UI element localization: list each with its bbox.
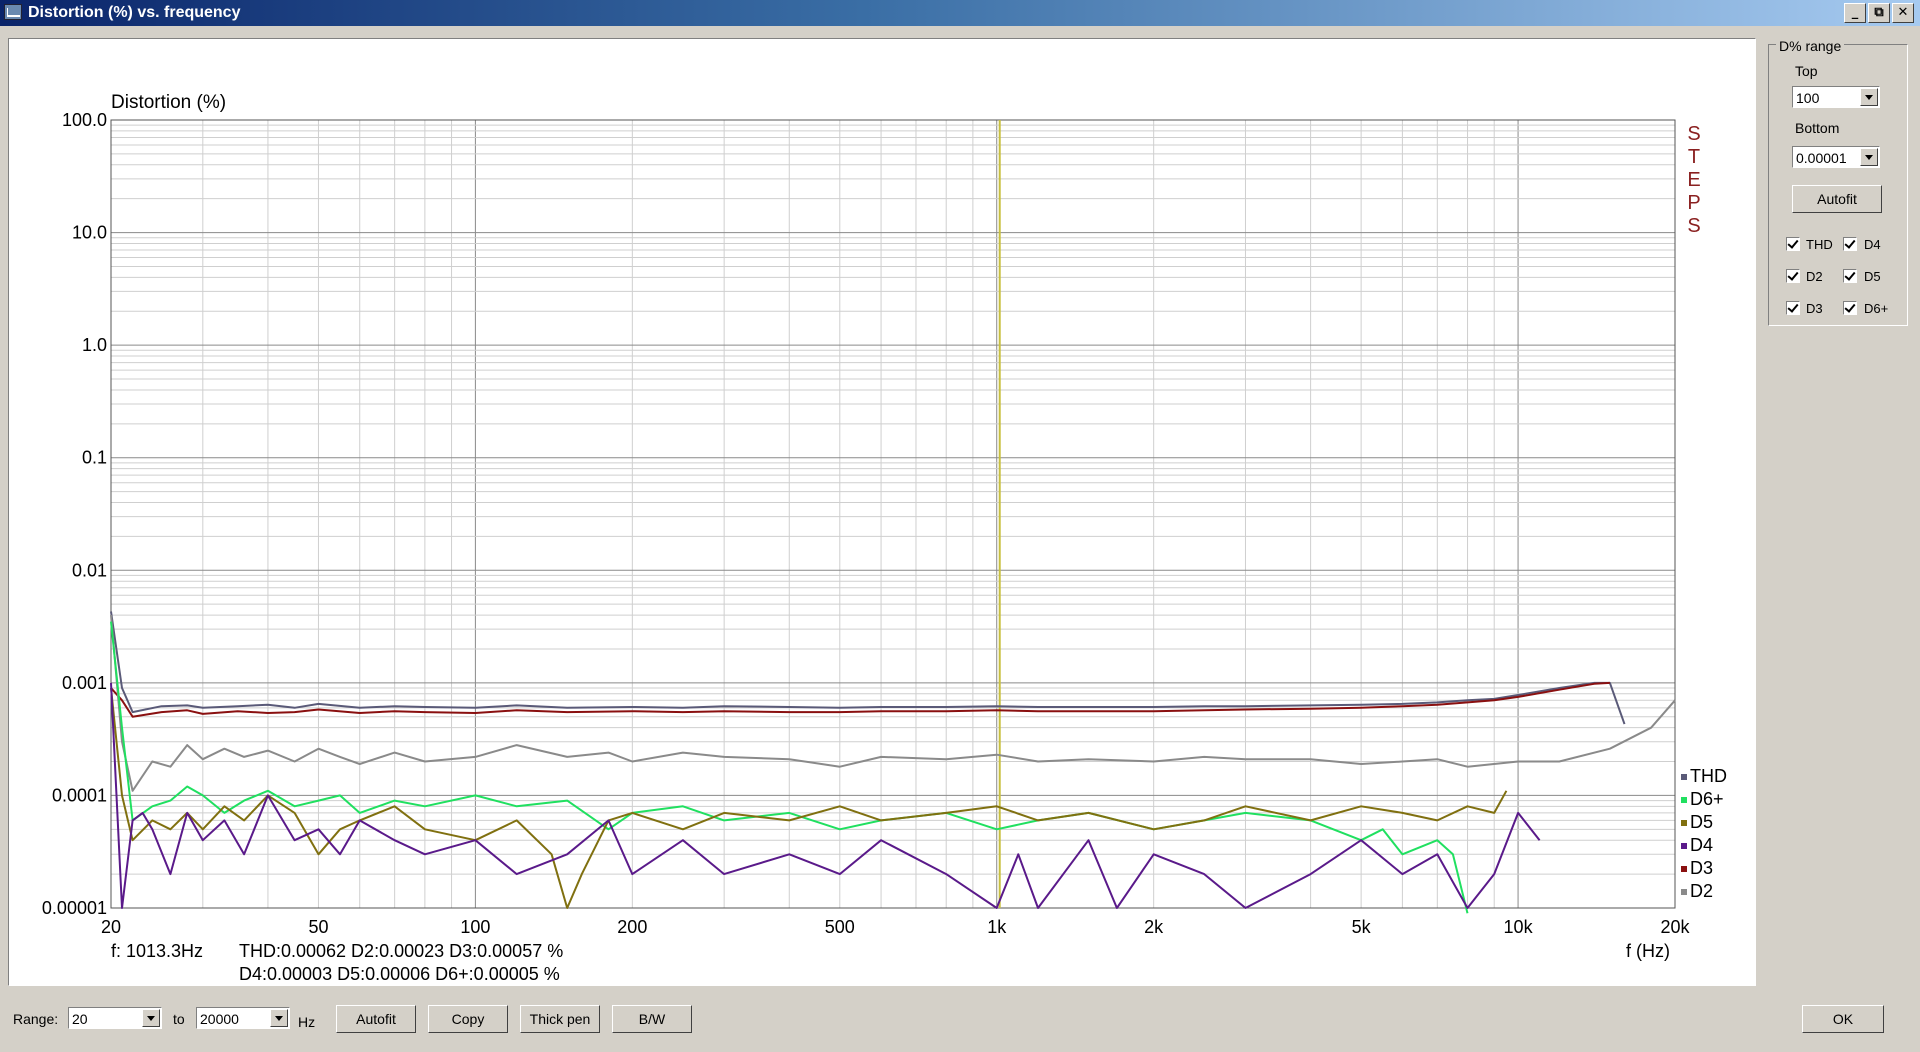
steps-label-letter: S: [1687, 215, 1700, 237]
legend-swatch: [1681, 774, 1687, 780]
y-tick-label: 0.1: [82, 448, 107, 468]
d6plus-checkbox[interactable]: [1843, 301, 1857, 315]
legend-label: D3: [1690, 858, 1713, 878]
y-tick-label: 0.01: [72, 560, 107, 580]
range-from-value: 20: [72, 1011, 88, 1027]
steps-label-letter: E: [1687, 169, 1700, 191]
top-label: Top: [1795, 63, 1818, 79]
app-icon: [4, 4, 22, 20]
d3-checkbox-label: D3: [1806, 301, 1823, 316]
d3-checkbox[interactable]: [1786, 301, 1800, 315]
top-select-value: 100: [1796, 90, 1820, 106]
legend-label: D2: [1690, 881, 1713, 901]
x-axis-label: f (Hz): [1626, 941, 1670, 961]
readout-line-2: D4:0.00003 D5:0.00006 D6+:0.00005 %: [239, 964, 560, 984]
legend-swatch: [1681, 889, 1687, 895]
x-tick-label: 200: [617, 917, 647, 937]
x-tick-label: 5k: [1352, 917, 1372, 937]
chart-area[interactable]: 20 50 100 200 500 1k 2k 5k 10k 20k 100.0 10.0 1.0 0.1…: [8, 38, 1756, 986]
x-tick-label: 10k: [1504, 917, 1534, 937]
legend-swatch: [1681, 820, 1687, 826]
range-to-value: 20000: [200, 1011, 239, 1027]
range-label: Range:: [13, 1011, 59, 1027]
thd-checkbox[interactable]: [1786, 237, 1800, 251]
y-tick-label: 0.0001: [52, 785, 107, 805]
close-button[interactable]: ✕: [1892, 3, 1914, 23]
series-line-d5: [110, 687, 1508, 909]
x-tick-label: 20: [101, 917, 121, 937]
d2-checkbox-label: D2: [1806, 269, 1823, 284]
panel-autofit-button[interactable]: Autofit: [1792, 185, 1882, 213]
y-tick-label: 0.001: [62, 673, 107, 693]
minimize-button[interactable]: _: [1844, 3, 1866, 23]
chevron-down-icon[interactable]: [1860, 88, 1878, 106]
range-to-select[interactable]: 20000: [196, 1007, 290, 1029]
readout-line-1: THD:0.00062 D2:0.00023 D3:0.00057 %: [239, 941, 563, 961]
steps-label-letter: T: [1688, 146, 1700, 168]
chevron-down-icon[interactable]: [1860, 148, 1878, 166]
steps-label-letter: P: [1687, 192, 1700, 214]
y-tick-label: 1.0: [82, 335, 107, 355]
d6plus-checkbox-label: D6+: [1864, 301, 1889, 316]
bottom-label: Bottom: [1795, 120, 1840, 136]
d2-checkbox[interactable]: [1786, 269, 1800, 283]
legend-label: D6+: [1690, 789, 1724, 809]
x-tick-label: 50: [308, 917, 328, 937]
chevron-down-icon[interactable]: [270, 1009, 288, 1027]
steps-label-letter: S: [1687, 123, 1700, 145]
d5-checkbox[interactable]: [1843, 269, 1857, 283]
legend-swatch: [1681, 843, 1687, 849]
d4-checkbox[interactable]: [1843, 237, 1857, 251]
autofit-button[interactable]: Autofit: [336, 1005, 416, 1033]
legend-label: D5: [1690, 812, 1713, 832]
bottom-select[interactable]: 0.00001: [1792, 146, 1880, 168]
restore-button[interactable]: ⧉: [1868, 3, 1890, 23]
distortion-chart[interactable]: 20 50 100 200 500 1k 2k 5k 10k 20k 100.0 10.0 1.0 0.1…: [9, 39, 1755, 985]
legend-label: THD: [1690, 766, 1727, 786]
legend-swatch: [1681, 866, 1687, 872]
d4-checkbox-label: D4: [1864, 237, 1881, 252]
bw-button[interactable]: B/W: [612, 1005, 692, 1033]
to-label: to: [173, 1011, 185, 1027]
title-bar: Distortion (%) vs. frequency _ ⧉ ✕: [0, 0, 1920, 26]
legend-label: D4: [1690, 835, 1713, 855]
copy-button[interactable]: Copy: [428, 1005, 508, 1033]
legend-swatch: [1681, 797, 1687, 803]
y-axis-label: Distortion (%): [111, 92, 226, 113]
readout-frequency: f: 1013.3Hz: [111, 941, 203, 961]
range-from-select[interactable]: 20: [68, 1007, 162, 1029]
bottom-select-value: 0.00001: [1796, 150, 1847, 166]
thick-pen-button[interactable]: Thick pen: [520, 1005, 600, 1033]
thd-checkbox-label: THD: [1806, 237, 1833, 252]
x-tick-label: 100: [460, 917, 490, 937]
x-tick-label: 2k: [1144, 917, 1164, 937]
window-title: Distortion (%) vs. frequency: [28, 4, 241, 21]
d-range-group-title: D% range: [1776, 38, 1845, 54]
y-tick-label: 10.0: [72, 223, 107, 243]
x-tick-label: 500: [825, 917, 855, 937]
x-tick-label: 20k: [1660, 917, 1690, 937]
x-tick-label: 1k: [987, 917, 1007, 937]
top-select[interactable]: 100: [1792, 86, 1880, 108]
y-tick-label: 100.0: [62, 110, 107, 130]
ok-button[interactable]: OK: [1802, 1005, 1884, 1033]
d5-checkbox-label: D5: [1864, 269, 1881, 284]
chevron-down-icon[interactable]: [142, 1009, 160, 1027]
y-tick-label: 0.00001: [42, 898, 107, 918]
hz-label: Hz: [298, 1014, 316, 1030]
